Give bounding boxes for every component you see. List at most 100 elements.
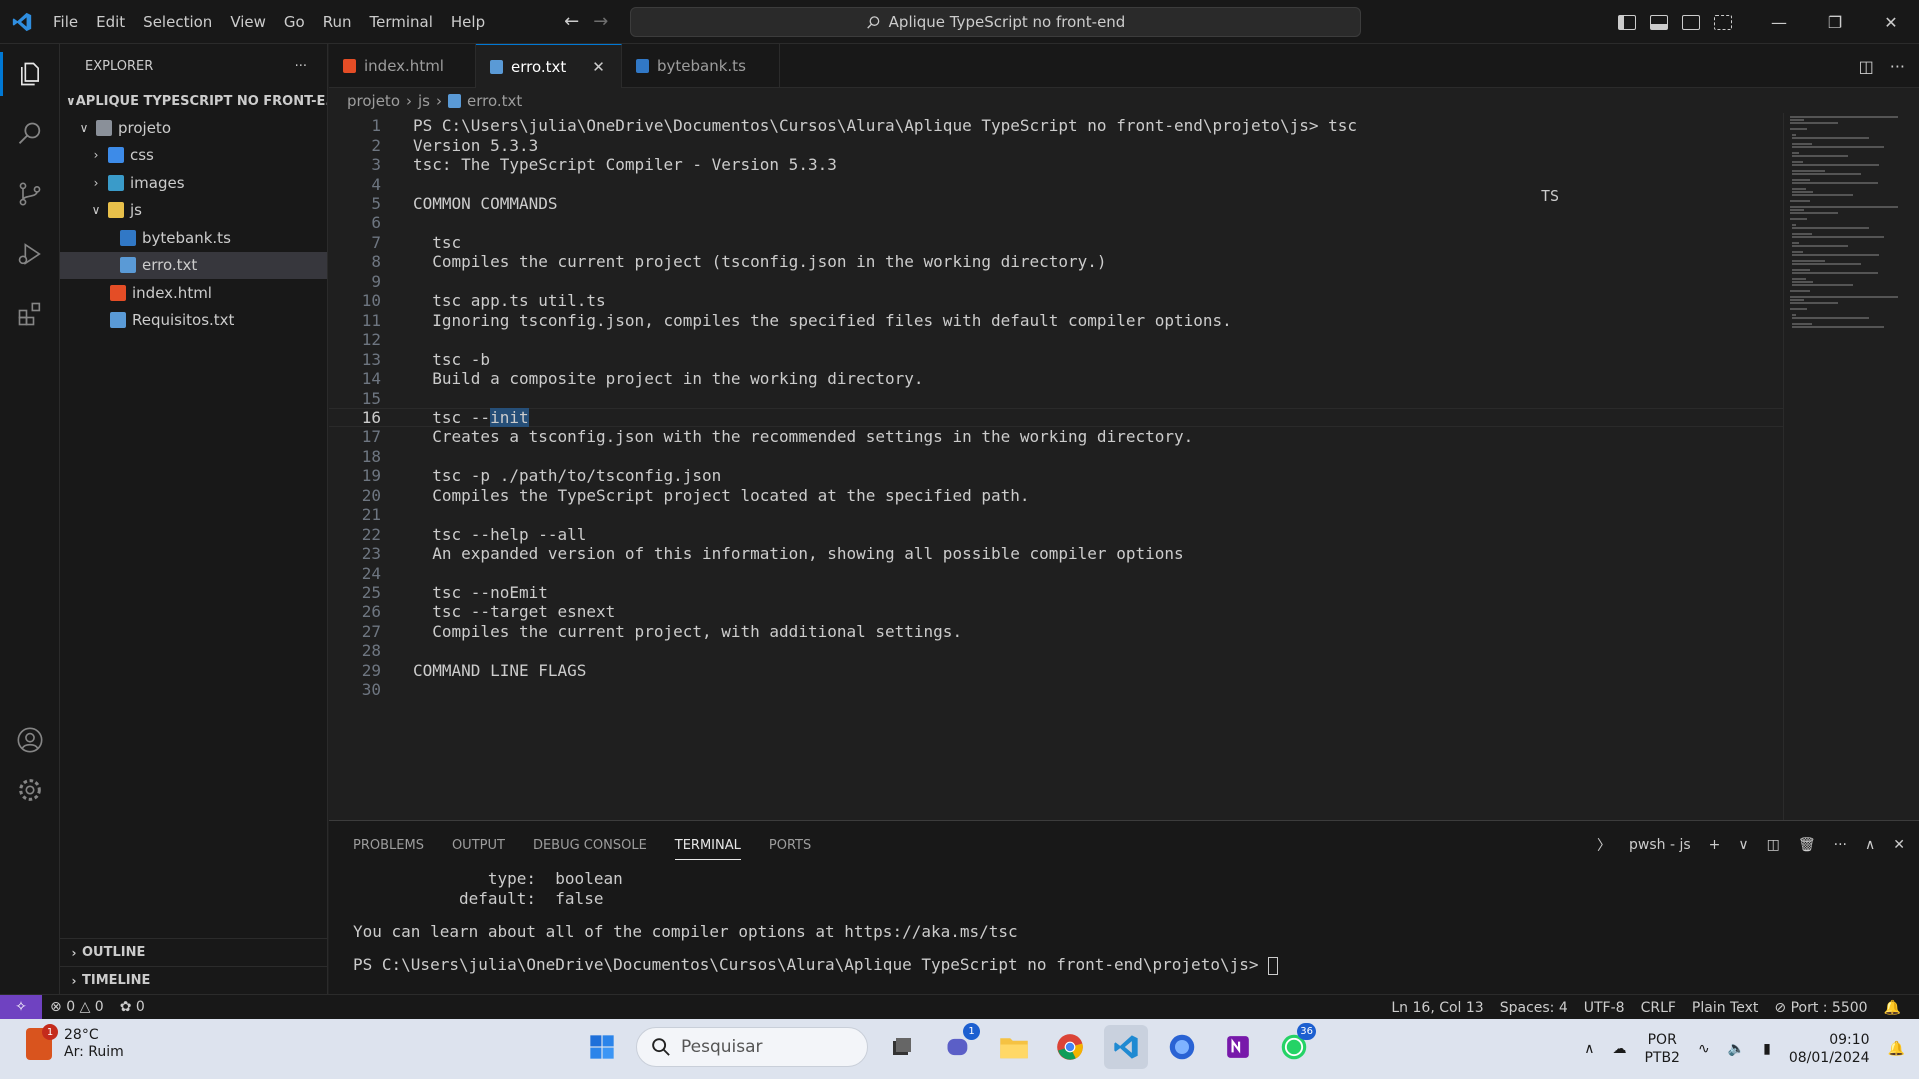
- tree-item-js[interactable]: ∨ js: [60, 197, 327, 225]
- editor-line[interactable]: 27 Compiles the current project, with ad…: [329, 622, 1783, 641]
- notification-bell-icon[interactable]: 🔔: [1888, 1041, 1905, 1057]
- workspace-folder[interactable]: ∨ APLIQUE TYPESCRIPT NO FRONT-E...: [60, 88, 327, 114]
- editor-line[interactable]: 14 Build a composite project in the work…: [329, 369, 1783, 388]
- editor-line[interactable]: 13 tsc -b: [329, 349, 1783, 369]
- editor-line[interactable]: 21: [329, 505, 1783, 524]
- editor-line[interactable]: 5 COMMON COMMANDS: [329, 194, 1783, 213]
- indentation[interactable]: Spaces: 4: [1492, 1000, 1576, 1016]
- tab-debug-console[interactable]: DEBUG CONSOLE: [533, 838, 647, 853]
- forward-arrow-icon[interactable]: →: [593, 11, 608, 32]
- tree-item-requisitos-txt[interactable]: Requisitos.txt: [60, 307, 327, 335]
- chrome-icon[interactable]: [1048, 1025, 1092, 1069]
- restore-icon[interactable]: ❐: [1807, 0, 1863, 44]
- back-arrow-icon[interactable]: ←: [564, 11, 579, 32]
- firefox-icon[interactable]: [1160, 1025, 1204, 1069]
- toggle-secondary-sidebar-icon[interactable]: [1682, 14, 1700, 30]
- tree-item-index-html[interactable]: index.html: [60, 279, 327, 307]
- ports-indicator[interactable]: ✿ 0: [112, 999, 153, 1015]
- command-center[interactable]: Aplique TypeScript no front-end: [630, 7, 1361, 37]
- menu-help[interactable]: Help: [442, 0, 494, 44]
- editor-line[interactable]: 15: [329, 388, 1783, 408]
- tree-item-bytebank-ts[interactable]: bytebank.ts: [60, 224, 327, 252]
- editor-line[interactable]: 9: [329, 272, 1783, 291]
- editor-line[interactable]: 1 PS C:\Users\julia\OneDrive\Documentos\C…: [329, 116, 1783, 135]
- tree-item-erro-txt[interactable]: erro.txt: [60, 251, 327, 279]
- editor-line[interactable]: 23 An expanded version of this informati…: [329, 544, 1783, 563]
- editor-line[interactable]: 25 tsc --noEmit: [329, 583, 1783, 602]
- cursor-position[interactable]: Ln 16, Col 13: [1383, 1000, 1491, 1016]
- more-actions-icon[interactable]: ···: [1834, 837, 1847, 853]
- editor-line[interactable]: 30: [329, 680, 1783, 699]
- timeline-section[interactable]: › TIMELINE: [60, 966, 328, 994]
- onenote-icon[interactable]: [1216, 1025, 1260, 1069]
- minimize-icon[interactable]: —: [1751, 0, 1807, 44]
- whatsapp-icon[interactable]: 36: [1272, 1023, 1316, 1069]
- editor-line[interactable]: 11 Ignoring tsconfig.json, compiles the …: [329, 311, 1783, 330]
- problems-indicator[interactable]: ⊗ 0 △ 0: [42, 999, 112, 1015]
- code-editor[interactable]: TS 1 PS C:\Users\julia\OneDrive\Documento…: [329, 113, 1783, 820]
- close-window-icon[interactable]: ✕: [1863, 0, 1919, 44]
- task-view-icon[interactable]: [880, 1025, 924, 1069]
- more-actions-icon[interactable]: ···: [295, 59, 307, 74]
- run-debug-icon[interactable]: [0, 224, 60, 284]
- remote-indicator-icon[interactable]: ✧: [0, 994, 42, 1020]
- explorer-icon[interactable]: [0, 44, 60, 104]
- menu-edit[interactable]: Edit: [87, 0, 134, 44]
- clock[interactable]: 09:10 08/01/2024: [1789, 1031, 1870, 1067]
- menu-terminal[interactable]: Terminal: [361, 0, 442, 44]
- split-terminal-icon[interactable]: ◫: [1767, 837, 1780, 853]
- vscode-taskbar-icon[interactable]: [1104, 1025, 1148, 1069]
- tab-index-html[interactable]: index.html: [329, 44, 476, 88]
- editor-line[interactable]: 10 tsc app.ts util.ts: [329, 291, 1783, 310]
- menu-selection[interactable]: Selection: [134, 0, 221, 44]
- tab-ports[interactable]: PORTS: [769, 838, 811, 853]
- editor-line[interactable]: 26 tsc --target esnext: [329, 602, 1783, 621]
- search-view-icon[interactable]: [0, 104, 60, 164]
- maximize-panel-icon[interactable]: ∧: [1865, 837, 1875, 853]
- editor-line[interactable]: 17 Creates a tsconfig.json with the reco…: [329, 427, 1783, 446]
- minimap[interactable]: [1783, 113, 1919, 820]
- customize-layout-icon[interactable]: [1714, 14, 1732, 30]
- outline-section[interactable]: › OUTLINE: [60, 938, 328, 966]
- chevron-down-icon[interactable]: ∨: [1738, 837, 1748, 853]
- windows-start-icon[interactable]: [580, 1025, 624, 1069]
- manage-gear-icon[interactable]: [0, 760, 60, 820]
- tab-problems[interactable]: PROBLEMS: [353, 838, 424, 853]
- menu-view[interactable]: View: [221, 0, 275, 44]
- editor-line[interactable]: 6: [329, 213, 1783, 232]
- editor-line[interactable]: 4: [329, 174, 1783, 194]
- tree-item-images[interactable]: › images: [60, 169, 327, 197]
- weather-widget[interactable]: 1 28°C Ar: Ruim: [26, 1024, 124, 1061]
- tree-item-css[interactable]: › css: [60, 142, 327, 170]
- more-actions-icon[interactable]: ···: [1890, 57, 1905, 76]
- tab-terminal[interactable]: TERMINAL: [674, 838, 741, 860]
- file-explorer-icon[interactable]: [992, 1025, 1036, 1069]
- breadcrumb-item[interactable]: projeto: [347, 92, 400, 110]
- language-mode[interactable]: Plain Text: [1684, 1000, 1766, 1016]
- editor-line[interactable]: 16 tsc --init: [329, 407, 1783, 428]
- split-editor-icon[interactable]: ◫: [1859, 57, 1874, 76]
- terminal-shell-label[interactable]: pwsh - js: [1629, 837, 1691, 853]
- editor-line[interactable]: 18: [329, 447, 1783, 466]
- breadcrumb-item[interactable]: js: [418, 92, 430, 110]
- editor-line[interactable]: 24: [329, 563, 1783, 583]
- toggle-primary-sidebar-icon[interactable]: [1618, 14, 1636, 30]
- editor-line[interactable]: 28: [329, 641, 1783, 660]
- wifi-icon[interactable]: ∿: [1698, 1041, 1710, 1057]
- editor-line[interactable]: 20 Compiles the TypeScript project locat…: [329, 486, 1783, 505]
- end-of-line[interactable]: CRLF: [1633, 1000, 1684, 1016]
- editor-line[interactable]: 12: [329, 330, 1783, 349]
- tab-bytebank-ts[interactable]: bytebank.ts: [622, 44, 780, 88]
- teams-chat-icon[interactable]: 1: [936, 1023, 980, 1069]
- editor-line[interactable]: 2 Version 5.3.3: [329, 135, 1783, 155]
- trash-icon[interactable]: 🗑: [1798, 837, 1816, 853]
- breadcrumb-item[interactable]: erro.txt: [467, 92, 522, 110]
- close-tab-icon[interactable]: ✕: [592, 58, 605, 76]
- editor-line[interactable]: 3 tsc: The TypeScript Compiler - Version …: [329, 155, 1783, 174]
- chevron-up-icon[interactable]: ∧: [1584, 1041, 1594, 1057]
- live-server-port[interactable]: ⊘ Port : 5500: [1766, 1000, 1875, 1016]
- editor-line[interactable]: 29 COMMAND LINE FLAGS: [329, 661, 1783, 680]
- onedrive-cloud-icon[interactable]: ☁: [1612, 1041, 1626, 1057]
- source-control-icon[interactable]: [0, 164, 60, 224]
- editor-line[interactable]: 7 tsc: [329, 233, 1783, 252]
